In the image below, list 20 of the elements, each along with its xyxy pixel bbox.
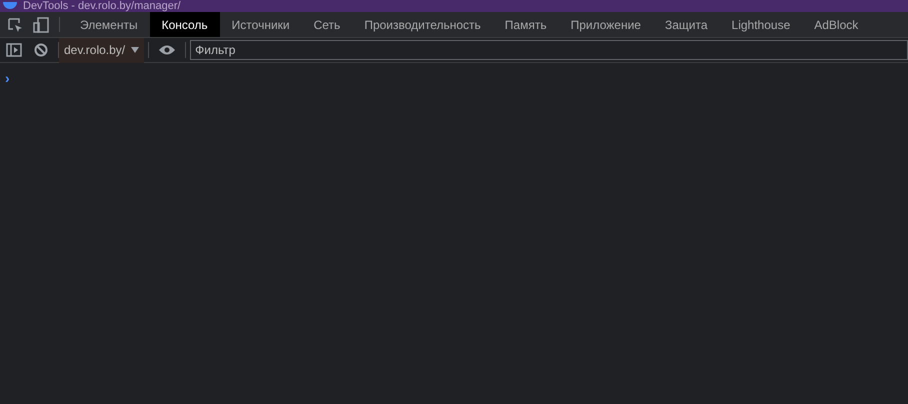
console-prompt[interactable]: › — [5, 70, 10, 86]
device-toolbar-icon[interactable] — [33, 16, 49, 32]
window-title: DevTools - dev.rolo.by/manager/ — [23, 0, 181, 12]
tab[interactable]: Память — [492, 12, 559, 37]
clear-console-icon[interactable] — [34, 43, 48, 57]
tab[interactable]: Защита — [652, 12, 720, 37]
tab[interactable]: Приложение — [558, 12, 653, 37]
eye-icon[interactable] — [158, 44, 176, 56]
filter-field[interactable]: Фильтр — [190, 40, 908, 60]
tab[interactable]: Lighthouse — [720, 12, 802, 37]
sidebar-toggle-icon[interactable] — [6, 42, 22, 58]
tab[interactable]: Производительность — [352, 12, 493, 37]
tab[interactable]: Сеть — [302, 12, 352, 37]
caret-icon — [131, 47, 140, 53]
tab[interactable]: Элементы — [68, 12, 150, 37]
tab[interactable]: AdBlock — [802, 12, 870, 37]
inspect-element-icon[interactable] — [7, 16, 23, 32]
tab[interactable]: Источники — [220, 12, 302, 37]
context-dropdown[interactable]: dev.rolo.by/ — [59, 38, 144, 62]
tab[interactable]: Консоль — [150, 12, 220, 37]
